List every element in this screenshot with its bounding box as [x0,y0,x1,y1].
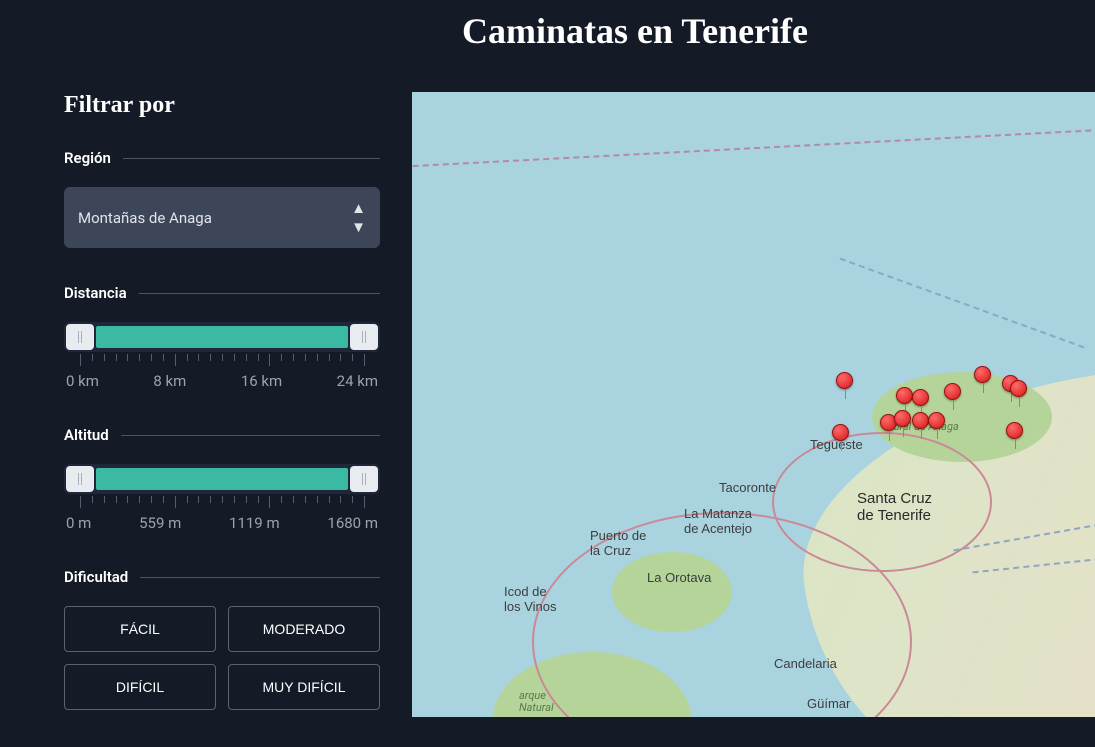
filter-group-region: Región Montañas de Anaga ▲▼ [64,149,380,248]
region-label: Región [64,149,111,167]
divider [121,435,380,436]
difficulty-label: Dificultad [64,568,128,586]
distance-handle-min[interactable] [66,324,94,350]
region-select[interactable]: Montañas de Anaga ▲▼ [64,187,380,248]
altitude-label: Altitud [64,426,109,444]
altitude-tick-labels: 0 m 559 m 1119 m 1680 m [64,514,380,532]
map-pin[interactable] [944,383,961,400]
map-place-label: La Matanzade Acentejo [684,506,752,536]
select-chevrons-icon: ▲▼ [351,199,366,236]
difficulty-button[interactable]: MUY DIFÍCIL [228,664,380,710]
map-pin[interactable] [912,389,929,406]
map-place-label: Tacoronte [719,480,776,495]
map-pin[interactable] [832,424,849,441]
divider [139,293,380,294]
map-pin[interactable] [1006,422,1023,439]
map-pin[interactable] [974,366,991,383]
filter-group-difficulty: Dificultad FÁCIL MODERADO DIFÍCIL MUY DI… [64,568,380,710]
distance-slider[interactable] [64,322,380,352]
distance-handle-max[interactable] [350,324,378,350]
map-pin[interactable] [912,412,929,429]
altitude-handle-min[interactable] [66,466,94,492]
difficulty-button[interactable]: FÁCIL [64,606,216,652]
map-park-label: arqueNatural [519,690,554,714]
map-pin[interactable] [896,387,913,404]
map-pin[interactable] [836,372,853,389]
page-title: Caminatas en Tenerife [175,0,1095,92]
map-place-label: La Orotava [647,570,711,585]
map-place-label: Candelaria [774,656,837,671]
altitude-handle-max[interactable] [350,466,378,492]
map-place-label: Icod delos Vinos [504,584,557,614]
difficulty-button[interactable]: DIFÍCIL [64,664,216,710]
map-pin[interactable] [894,410,911,427]
distance-tick-labels: 0 km 8 km 16 km 24 km [64,372,380,390]
filter-title: Filtrar por [64,92,380,119]
map-pin[interactable] [1010,380,1027,397]
map-pin[interactable] [928,412,945,429]
map[interactable]: TeguesteTacoronteLa Matanzade AcentejoPu… [412,92,1095,717]
distance-label: Distancia [64,284,127,302]
altitude-slider[interactable] [64,464,380,494]
filter-sidebar: Filtrar por Región Montañas de Anaga ▲▼ … [64,92,380,746]
filter-group-altitude: Altitud 0 m 559 m 1119 m 1680 m [64,426,380,532]
map-place-label: Santa Cruzde Tenerife [857,490,932,524]
difficulty-button[interactable]: MODERADO [228,606,380,652]
divider [123,158,380,159]
map-place-label: Puerto dela Cruz [590,528,646,558]
altitude-ticks [64,496,380,510]
region-selected-value: Montañas de Anaga [78,209,212,227]
divider [140,577,380,578]
filter-group-distance: Distancia 0 km 8 km 16 km 24 km [64,284,380,390]
map-place-label: Güímar [807,696,850,711]
distance-ticks [64,354,380,368]
